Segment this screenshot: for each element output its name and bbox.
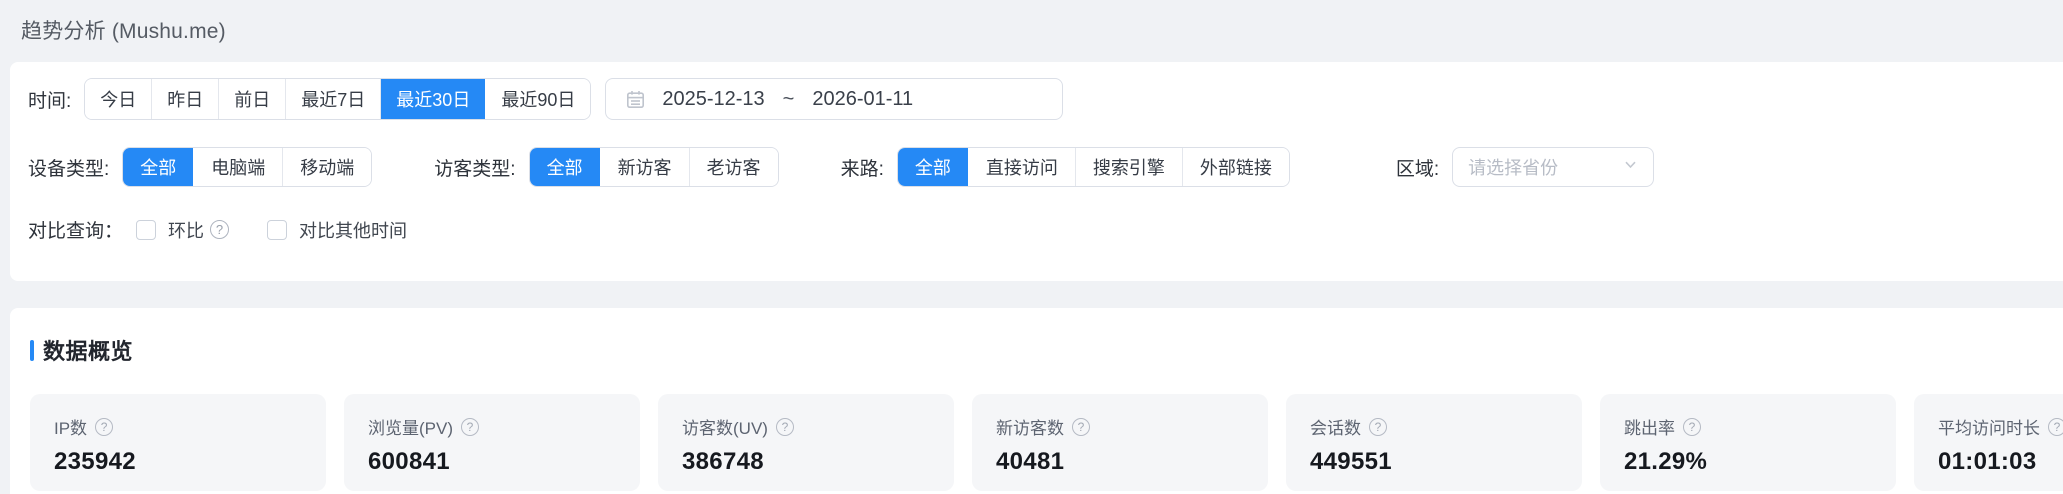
date-range-end: 2026-01-11 (812, 87, 914, 110)
visitor-option-3[interactable]: 老访客 (688, 148, 778, 186)
metric-label-row: 平均访问时长 (1938, 414, 2063, 439)
date-range-separator: ~ (782, 87, 795, 110)
checkbox-icon[interactable] (136, 219, 157, 240)
help-icon[interactable] (1369, 417, 1387, 436)
metric-label-row: 跳出率 (1624, 414, 1872, 439)
metric-label-row: 新访客数 (996, 414, 1244, 439)
source-option-3[interactable]: 搜索引擎 (1074, 148, 1182, 186)
metric-label: 会话数 (1310, 419, 1361, 438)
metric-label-row: IP数 (54, 414, 302, 439)
metric-label: 新访客数 (996, 419, 1064, 438)
page: 趋势分析 (Mushu.me) 时间: 今日 昨日 前日 最近7日 最近30日 最近90日… (0, 0, 2063, 494)
metric-label: 平均访问时长 (1938, 419, 2040, 438)
chevron-down-icon (1623, 157, 1638, 177)
compare-label: 对比查询： (28, 221, 124, 242)
visitor-type-filter: 访客类型: 全部 新访客 老访客 (434, 147, 779, 187)
metric-card: 新访客数 40481 (972, 394, 1268, 491)
metric-card: 会话数 449551 (1286, 394, 1582, 491)
metric-label-row: 会话数 (1310, 414, 1558, 439)
device-option-2[interactable]: 电脑端 (193, 148, 283, 186)
section-header: 数据概览 (30, 334, 2063, 366)
metric-label: IP数 (54, 419, 88, 438)
time-range-group: 今日 昨日 前日 最近7日 最近30日 最近90日 (84, 78, 592, 120)
help-icon[interactable] (1072, 417, 1090, 436)
device-option-3[interactable]: 移动端 (282, 148, 372, 186)
metric-label-row: 浏览量(PV) (368, 414, 616, 439)
metric-card: IP数 235942 (30, 394, 326, 491)
help-icon[interactable] (775, 417, 794, 436)
metric-value: 386748 (682, 448, 764, 475)
metric-value: 449551 (1310, 448, 1392, 475)
date-range-picker[interactable]: 2025-12-13 ~ 2026-01-11 (605, 78, 1064, 120)
metric-card: 浏览量(PV) 600841 (344, 394, 640, 491)
region-label: 区域: (1395, 158, 1440, 180)
time-option-5[interactable]: 最近30日 (380, 79, 486, 119)
source-option-4[interactable]: 外部链接 (1181, 148, 1289, 186)
compare-other-time-label: 对比其他时间 (299, 220, 408, 241)
date-range-start: 2025-12-13 (662, 87, 765, 110)
help-icon[interactable] (95, 417, 114, 436)
time-option-4[interactable]: 最近7日 (285, 79, 381, 119)
device-option-1[interactable]: 全部 (123, 148, 194, 186)
help-icon[interactable] (461, 417, 479, 436)
page-title: 趋势分析 (Mushu.me) (21, 20, 226, 43)
checkbox-icon[interactable] (267, 219, 288, 240)
metrics-row: IP数 235942 浏览量(PV) 600841 访客数(UV) 386748… (30, 394, 2063, 491)
section-accent-bar (30, 339, 34, 361)
device-type-filter: 设备类型: 全部 电脑端 移动端 (28, 147, 373, 187)
source-option-1[interactable]: 全部 (897, 148, 968, 186)
compare-ring-ratio-label: 环比 (168, 220, 205, 241)
source-option-2[interactable]: 直接访问 (967, 148, 1075, 186)
time-option-2[interactable]: 昨日 (151, 79, 219, 119)
metric-label-row: 访客数(UV) (682, 414, 930, 439)
compare-filter-row: 对比查询： 环比 对比其他时间 (28, 216, 2055, 243)
metric-label: 跳出率 (1624, 419, 1675, 438)
region-select[interactable]: 请选择省份 (1452, 147, 1655, 187)
source-filter: 来路: 全部 直接访问 搜索引擎 外部链接 (841, 147, 1290, 187)
compare-other-time-option[interactable]: 对比其他时间 (267, 217, 413, 243)
time-option-6[interactable]: 最近90日 (485, 79, 591, 119)
metric-value: 01:01:03 (1938, 448, 2037, 475)
calendar-icon (625, 89, 646, 110)
visitor-option-1[interactable]: 全部 (529, 148, 600, 186)
compare-ring-ratio-option[interactable]: 环比 (136, 217, 230, 243)
source-group: 全部 直接访问 搜索引擎 外部链接 (896, 147, 1290, 187)
visitor-option-2[interactable]: 新访客 (599, 148, 689, 186)
metric-label: 访客数(UV) (682, 419, 768, 438)
metric-card: 平均访问时长 01:01:03 (1914, 394, 2063, 491)
time-filter-label: 时间: (28, 90, 72, 112)
time-filter-row: 时间: 今日 昨日 前日 最近7日 最近30日 最近90日 2025-12-13 ~ 20… (28, 78, 2055, 120)
region-filter: 区域: 请选择省份 (1395, 147, 1655, 187)
time-option-1[interactable]: 今日 (85, 79, 152, 119)
section-title: 数据概览 (43, 339, 134, 364)
metric-value: 600841 (368, 448, 450, 475)
time-option-3[interactable]: 前日 (218, 79, 286, 119)
metric-label: 浏览量(PV) (368, 419, 453, 438)
help-icon[interactable] (2048, 417, 2063, 436)
overview-panel: 数据概览 IP数 235942 浏览量(PV) 600841 访客数(UV) 3… (10, 308, 2063, 494)
visitor-type-label: 访客类型: (434, 158, 516, 180)
region-select-placeholder: 请选择省份 (1468, 158, 1559, 178)
metric-value: 40481 (996, 448, 1065, 475)
metric-value: 235942 (54, 448, 136, 475)
filter-panel: 时间: 今日 昨日 前日 最近7日 最近30日 最近90日 2025-12-13 ~ 20… (10, 62, 2063, 281)
metric-card: 访客数(UV) 386748 (658, 394, 954, 491)
source-label: 来路: (840, 158, 884, 180)
device-type-label: 设备类型: (28, 158, 110, 180)
dimension-filter-row: 设备类型: 全部 电脑端 移动端 访客类型: 全部 新访客 老访客 来路: 全部 直接访问… (28, 147, 2055, 187)
metric-card: 跳出率 21.29% (1600, 394, 1896, 491)
visitor-type-group: 全部 新访客 老访客 (528, 147, 779, 187)
device-type-group: 全部 电脑端 移动端 (122, 147, 373, 187)
metric-value: 21.29% (1624, 448, 1708, 475)
help-icon[interactable] (210, 220, 230, 239)
help-icon[interactable] (1683, 417, 1701, 436)
